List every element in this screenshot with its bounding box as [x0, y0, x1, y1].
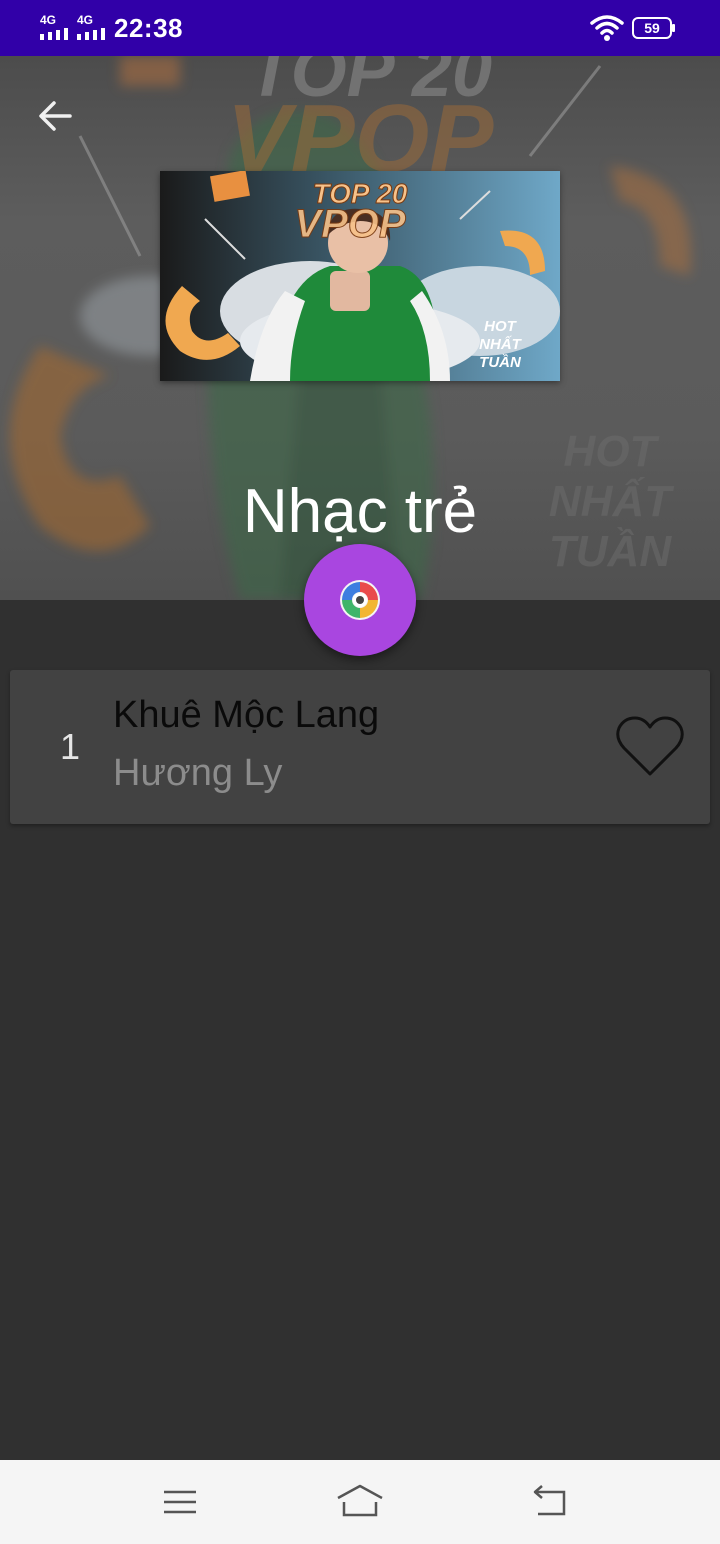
back-arrow-icon[interactable]	[30, 90, 82, 142]
song-index: 1	[60, 726, 81, 767]
cover-badge-3: TUẦN	[479, 354, 522, 371]
back-icon[interactable]	[528, 1482, 572, 1522]
disc-icon	[340, 580, 380, 620]
svg-text:HOT: HOT	[564, 427, 660, 476]
page-title: Nhạc trẻ	[242, 477, 478, 546]
cover-title-line2: VPOP	[294, 202, 405, 246]
system-navigation-bar	[0, 1460, 720, 1544]
playlist-header: TOP 20 VPOP HOT NHẤT TUẦN TOP 20 VPOP HO…	[0, 56, 720, 600]
playlist-cover-image: TOP 20 VPOP HOT NHẤT TUẦN	[160, 171, 560, 381]
song-artist: Hương Ly	[113, 752, 283, 794]
signal-bars-icon	[77, 28, 105, 40]
menu-icon[interactable]	[158, 1482, 202, 1522]
clock: 22:38	[114, 13, 183, 43]
battery-icon: 59	[632, 17, 675, 39]
play-shuffle-button[interactable]	[304, 544, 416, 656]
battery-level: 59	[644, 20, 660, 36]
status-bar: 4G 4G 22:38 59	[0, 0, 720, 56]
signal-label-1: 4G	[40, 13, 57, 27]
cover-artwork: TOP 20 VPOP HOT NHẤT TUẦN	[160, 171, 560, 381]
signal-bars-icon	[40, 28, 68, 40]
home-icon[interactable]	[336, 1482, 384, 1522]
signal-label-2: 4G	[77, 13, 94, 27]
cover-badge-2: NHẤT	[479, 335, 522, 353]
heart-outline-icon[interactable]	[614, 714, 686, 780]
wifi-icon	[590, 15, 624, 41]
song-title: Khuê Mộc Lang	[113, 694, 380, 736]
cover-badge-1: HOT	[484, 318, 518, 335]
song-list-item[interactable]: 1 Khuê Mộc Lang Hương Ly	[10, 670, 710, 824]
